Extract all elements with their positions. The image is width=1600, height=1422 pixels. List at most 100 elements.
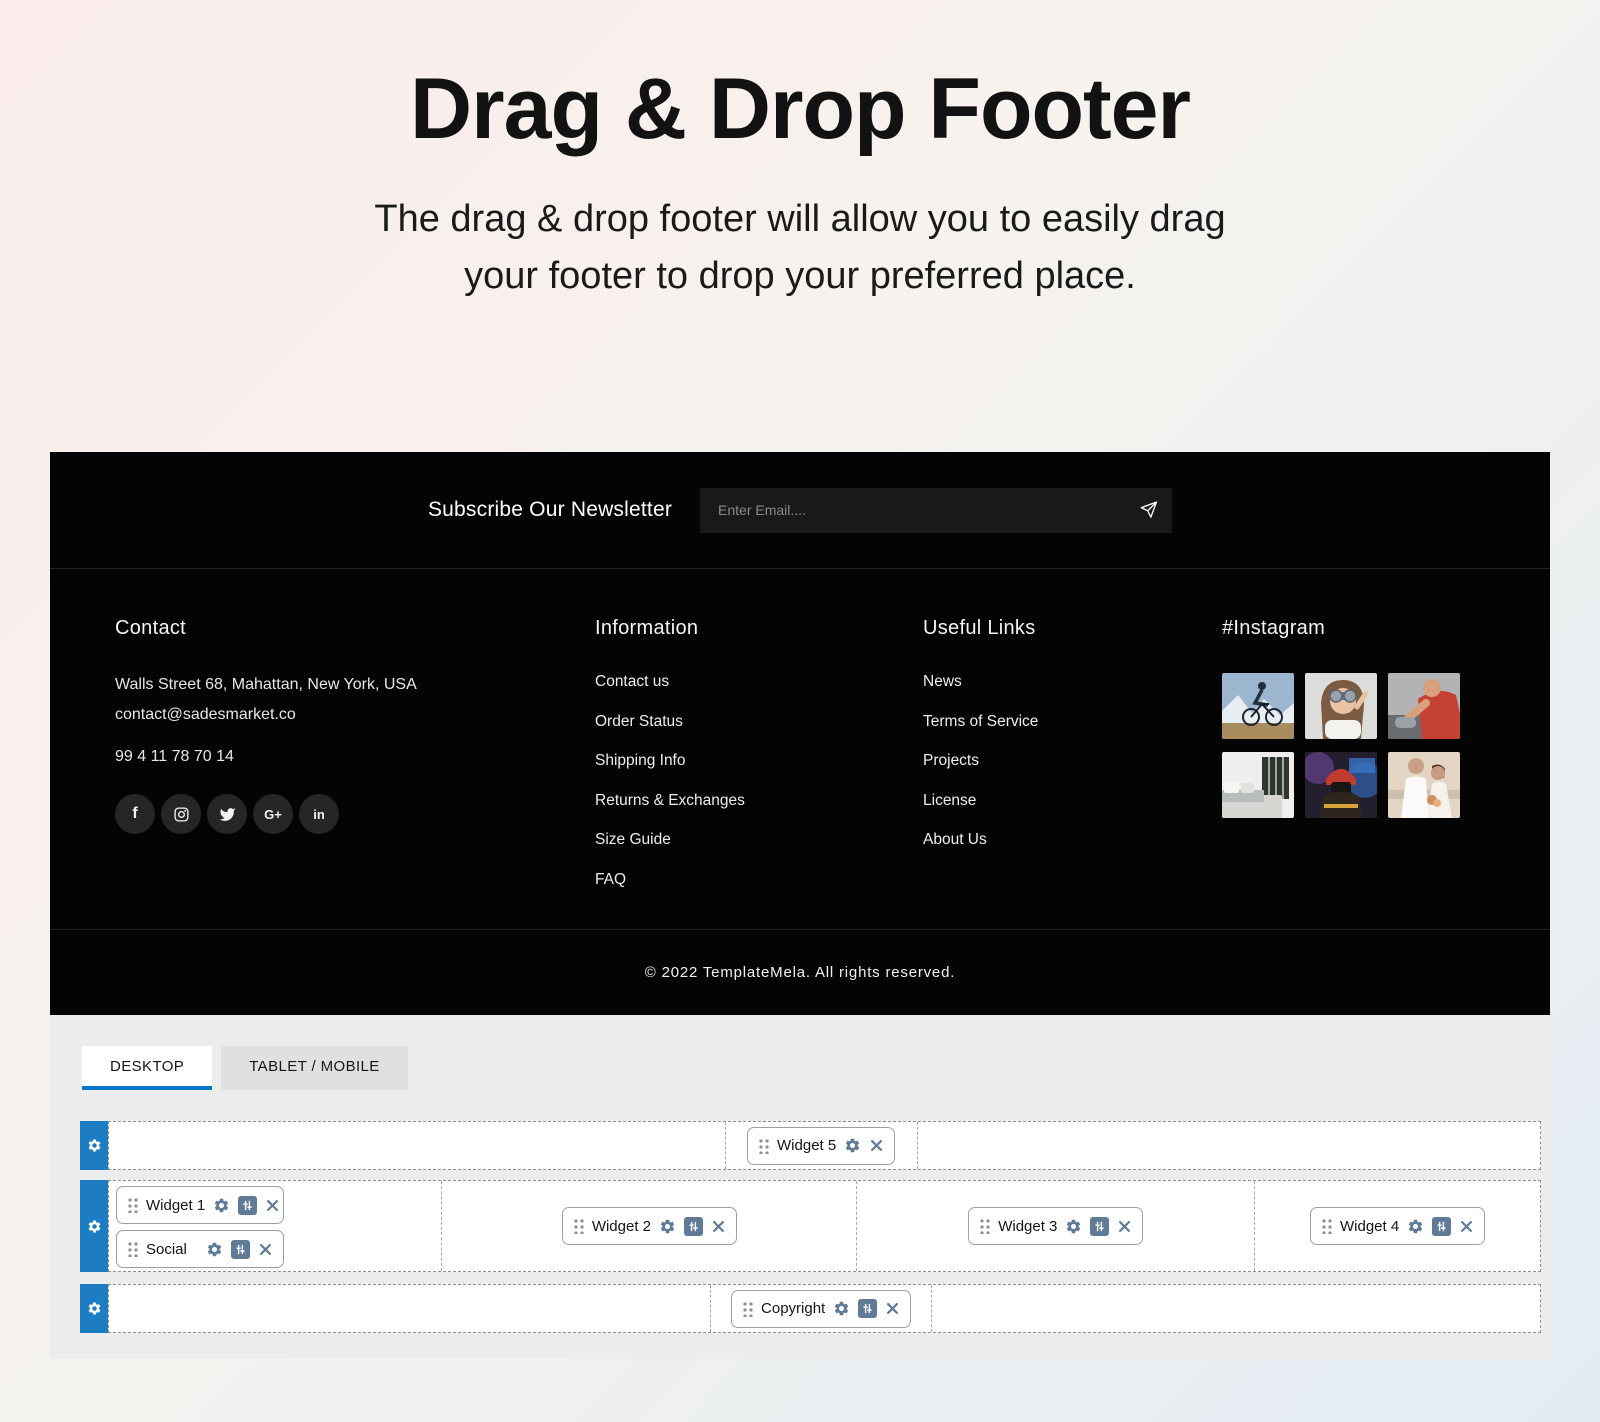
footer-link[interactable]: Projects	[923, 752, 1222, 770]
instagram-photo-child-glasses[interactable]	[1305, 673, 1377, 739]
gear-icon[interactable]	[1407, 1218, 1424, 1235]
gear-icon[interactable]	[659, 1218, 676, 1235]
widget-chip-label: Widget 4	[1340, 1218, 1399, 1235]
gear-icon[interactable]	[833, 1300, 850, 1317]
sliders-icon[interactable]	[684, 1217, 703, 1236]
close-icon[interactable]	[885, 1301, 900, 1316]
row-settings-handle[interactable]	[80, 1284, 108, 1333]
widget-chip-widget1[interactable]: Widget 1	[116, 1186, 284, 1224]
gear-icon	[87, 1301, 102, 1316]
gear-icon[interactable]	[213, 1197, 230, 1214]
drop-cell[interactable]: Widget 2	[442, 1181, 857, 1271]
drag-handle-icon[interactable]	[127, 1241, 138, 1257]
useful-links-heading: Useful Links	[923, 617, 1222, 640]
drop-cell[interactable]: Widget 3	[857, 1181, 1255, 1271]
twitter-icon[interactable]	[207, 794, 247, 834]
footer-link[interactable]: Order Status	[595, 713, 923, 731]
gear-icon	[87, 1138, 102, 1153]
copyright-bar: © 2022 TemplateMela. All rights reserved…	[50, 929, 1550, 1015]
widget-chip-widget3[interactable]: Widget 3	[968, 1207, 1143, 1245]
gear-icon	[87, 1219, 102, 1234]
row-settings-handle[interactable]	[80, 1121, 108, 1170]
contact-heading: Contact	[115, 617, 595, 640]
editor-row-bottom: Copyright	[80, 1284, 1541, 1333]
footer-preview: Subscribe Our Newsletter Contact Walls S…	[50, 452, 1550, 1015]
social-links: f G+ in	[115, 794, 595, 834]
facebook-icon[interactable]: f	[115, 794, 155, 834]
widget-chip-widget4[interactable]: Widget 4	[1310, 1207, 1485, 1245]
footer-link[interactable]: FAQ	[595, 871, 923, 889]
sliders-icon[interactable]	[238, 1196, 257, 1215]
gear-icon[interactable]	[1065, 1218, 1082, 1235]
footer-link[interactable]: News	[923, 673, 1222, 691]
drop-cell[interactable]: Widget 4	[1255, 1181, 1540, 1271]
widget-chip-label: Social	[146, 1241, 198, 1258]
drag-handle-icon[interactable]	[127, 1197, 138, 1213]
gear-icon[interactable]	[844, 1137, 861, 1154]
instagram-photo-bedroom[interactable]	[1222, 752, 1294, 818]
sliders-icon[interactable]	[1432, 1217, 1451, 1236]
drag-handle-icon[interactable]	[758, 1138, 769, 1154]
drop-cell[interactable]: Widget 5	[726, 1122, 918, 1169]
widget-chip-widget2[interactable]: Widget 2	[562, 1207, 737, 1245]
sliders-icon[interactable]	[231, 1240, 250, 1259]
instagram-photo-firefighter[interactable]	[1305, 752, 1377, 818]
row-dropzone[interactable]: Copyright	[108, 1284, 1541, 1333]
instagram-grid	[1222, 673, 1550, 818]
drag-handle-icon[interactable]	[1321, 1218, 1332, 1234]
widget-chip-copyright[interactable]: Copyright	[731, 1290, 911, 1328]
instagram-column: #Instagram	[1222, 617, 1550, 929]
email-input[interactable]	[700, 488, 1172, 533]
instagram-heading: #Instagram	[1222, 617, 1550, 640]
gear-icon[interactable]	[206, 1241, 223, 1258]
contact-address: Walls Street 68, Mahattan, New York, USA	[115, 670, 595, 700]
instagram-photo-cyclist[interactable]	[1222, 673, 1294, 739]
widget-chip-label: Widget 5	[777, 1137, 836, 1154]
widget-chip-label: Widget 3	[998, 1218, 1057, 1235]
sliders-icon[interactable]	[1090, 1217, 1109, 1236]
row-dropzone[interactable]: Widget 1 Social	[108, 1180, 1541, 1272]
drop-cell[interactable]	[109, 1285, 711, 1332]
send-button[interactable]	[1139, 501, 1158, 520]
tab-tablet-mobile[interactable]: TABLET / MOBILE	[221, 1046, 407, 1090]
footer-link[interactable]: Shipping Info	[595, 752, 923, 770]
drag-handle-icon[interactable]	[742, 1301, 753, 1317]
newsletter-label: Subscribe Our Newsletter	[428, 498, 672, 522]
close-icon[interactable]	[258, 1242, 273, 1257]
footer-link[interactable]: About Us	[923, 831, 1222, 849]
close-icon[interactable]	[869, 1138, 884, 1153]
widget-chip-label: Widget 2	[592, 1218, 651, 1235]
footer-link[interactable]: Size Guide	[595, 831, 923, 849]
close-icon[interactable]	[711, 1219, 726, 1234]
google-plus-icon[interactable]: G+	[253, 794, 293, 834]
drop-cell[interactable]	[918, 1122, 1541, 1169]
drop-cell[interactable]	[109, 1122, 726, 1169]
drag-handle-icon[interactable]	[573, 1218, 584, 1234]
page-subtitle: The drag & drop footer will allow you to…	[0, 191, 1600, 305]
contact-phone[interactable]: 99 4 11 78 70 14	[115, 748, 595, 766]
information-heading: Information	[595, 617, 923, 640]
sliders-icon[interactable]	[858, 1299, 877, 1318]
linkedin-icon[interactable]: in	[299, 794, 339, 834]
contact-email[interactable]: contact@sadesmarket.co	[115, 700, 595, 730]
instagram-photo-wedding[interactable]	[1388, 752, 1460, 818]
row-dropzone[interactable]: Widget 5	[108, 1121, 1541, 1170]
instagram-icon[interactable]	[161, 794, 201, 834]
drop-cell[interactable]	[932, 1285, 1540, 1332]
widget-chip-social[interactable]: Social	[116, 1230, 284, 1268]
footer-link[interactable]: Terms of Service	[923, 713, 1222, 731]
useful-links-column: Useful Links News Terms of Service Proje…	[923, 617, 1222, 929]
widget-chip-widget5[interactable]: Widget 5	[747, 1127, 895, 1165]
row-settings-handle[interactable]	[80, 1180, 108, 1272]
close-icon[interactable]	[265, 1198, 280, 1213]
tab-desktop[interactable]: DESKTOP	[82, 1046, 212, 1090]
footer-link[interactable]: Returns & Exchanges	[595, 792, 923, 810]
close-icon[interactable]	[1459, 1219, 1474, 1234]
drop-cell[interactable]: Copyright	[711, 1285, 931, 1332]
drop-cell[interactable]: Widget 1 Social	[109, 1181, 442, 1271]
footer-link[interactable]: License	[923, 792, 1222, 810]
instagram-photo-mechanic[interactable]	[1388, 673, 1460, 739]
drag-handle-icon[interactable]	[979, 1218, 990, 1234]
footer-link[interactable]: Contact us	[595, 673, 923, 691]
close-icon[interactable]	[1117, 1219, 1132, 1234]
